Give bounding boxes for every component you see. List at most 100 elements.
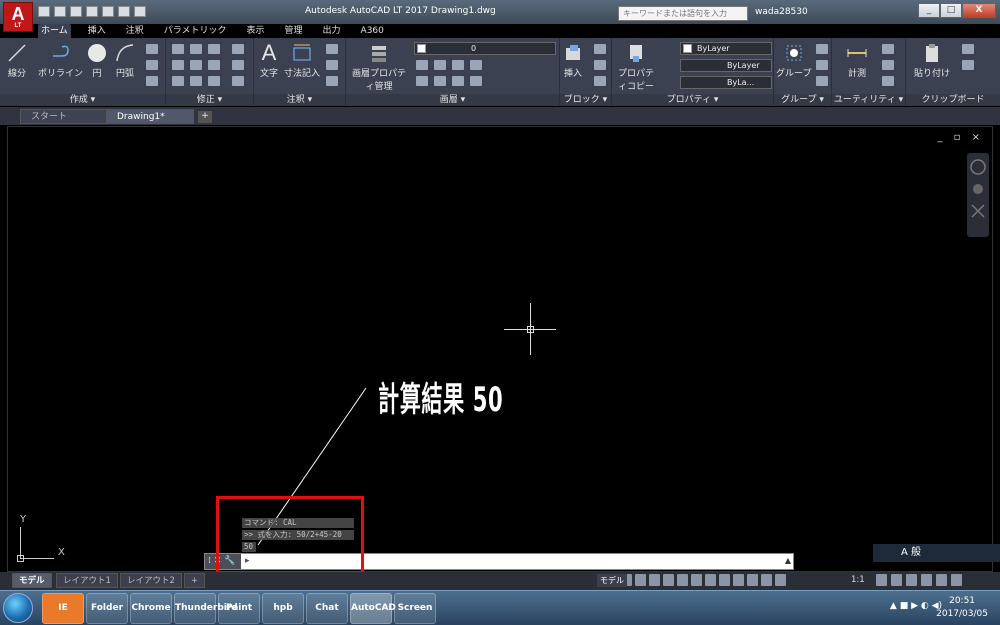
maximize-button[interactable]: □: [940, 3, 962, 18]
group-tool[interactable]: グループ: [776, 42, 811, 79]
create-block-icon[interactable]: [594, 44, 606, 54]
panel-draw-title[interactable]: 作成 ▾: [0, 94, 165, 106]
move-icon[interactable]: [172, 44, 184, 54]
workspace-gear-icon[interactable]: [876, 574, 887, 586]
model-space-button[interactable]: モデル: [597, 574, 627, 587]
layer-properties-tool[interactable]: 画層プロパティ管理: [348, 42, 410, 92]
dimension-tool[interactable]: 寸法記入: [284, 42, 320, 79]
otrack-icon[interactable]: [691, 574, 702, 586]
clean-screen-icon[interactable]: [936, 574, 947, 586]
tab-parametric[interactable]: パラメトリック: [161, 24, 230, 38]
tab-start[interactable]: スタート: [20, 109, 108, 124]
add-layout-button[interactable]: +: [184, 573, 206, 588]
array-icon[interactable]: [208, 76, 220, 86]
tab-a360[interactable]: A360: [358, 24, 387, 38]
explode-icon[interactable]: [232, 60, 244, 70]
cut-icon[interactable]: [962, 44, 974, 54]
new-icon[interactable]: [38, 6, 50, 17]
taskbar-app[interactable]: Thunderbird: [174, 593, 238, 624]
edit-attribute-icon[interactable]: [594, 76, 606, 86]
edit-block-icon[interactable]: [594, 60, 606, 70]
fillet-icon[interactable]: [208, 60, 220, 70]
ungroup-icon[interactable]: [816, 44, 828, 54]
copy-icon[interactable]: [172, 60, 184, 70]
annotation-visibility-icon[interactable]: [747, 574, 758, 586]
taskbar-app[interactable]: Chrome: [130, 593, 172, 624]
clock[interactable]: 20:51 2017/03/05: [936, 595, 988, 621]
tab-home[interactable]: ホーム: [38, 24, 71, 38]
leader-icon[interactable]: [326, 44, 338, 54]
layer-lock-icon[interactable]: [470, 60, 482, 70]
panel-layers-title[interactable]: 画層 ▾: [346, 94, 559, 106]
snap-icon[interactable]: [635, 574, 646, 586]
undo-icon[interactable]: [118, 6, 130, 17]
open-icon[interactable]: [54, 6, 66, 17]
layout-tab-1[interactable]: レイアウト1: [56, 573, 118, 588]
layer-unisolate-icon[interactable]: [452, 76, 464, 86]
arc-tool[interactable]: 円弧: [114, 42, 136, 79]
close-button[interactable]: X: [962, 3, 996, 18]
new-tab-button[interactable]: +: [198, 111, 212, 123]
taskbar-app[interactable]: Chat: [306, 593, 348, 624]
taskbar-app[interactable]: Screen: [394, 593, 436, 624]
stretch-icon[interactable]: [172, 76, 184, 86]
tab-view[interactable]: 表示: [244, 24, 268, 38]
panel-annotate-title[interactable]: 注釈 ▾: [254, 94, 345, 106]
panel-clipboard-title[interactable]: クリップボード: [906, 94, 1000, 106]
ime-toolbar[interactable]: A 般: [873, 544, 1000, 562]
layer-dropdown[interactable]: 0: [414, 42, 556, 55]
polar-icon[interactable]: [663, 574, 674, 586]
customize-menu-icon[interactable]: [951, 574, 962, 586]
user-account[interactable]: wada28530: [755, 7, 808, 17]
redo-icon[interactable]: [134, 6, 146, 17]
erase-icon[interactable]: [232, 44, 244, 54]
selection-cycling-icon[interactable]: [733, 574, 744, 586]
layer-off-icon[interactable]: [416, 60, 428, 70]
tab-manage[interactable]: 管理: [282, 24, 306, 38]
tab-annotate[interactable]: 注釈: [123, 24, 147, 38]
id-point-icon[interactable]: [882, 60, 894, 70]
linetype-dropdown[interactable]: ByLayer: [680, 59, 772, 72]
save-as-icon[interactable]: [86, 6, 98, 17]
match-properties-tool[interactable]: プロパティコピー: [614, 42, 658, 92]
copy-clip-icon[interactable]: [962, 60, 974, 70]
measure-tool[interactable]: 計測: [846, 42, 868, 79]
offset-icon[interactable]: [232, 76, 244, 86]
ortho-icon[interactable]: [649, 574, 660, 586]
viewport-controls[interactable]: _ ▫ ×: [937, 132, 984, 143]
osnap-icon[interactable]: [677, 574, 688, 586]
gradient-icon[interactable]: [146, 76, 158, 86]
lineweight-icon[interactable]: [705, 574, 716, 586]
panel-utilities-title[interactable]: ユーティリティ ▾: [832, 94, 905, 106]
layout-tab-model[interactable]: モデル: [12, 573, 52, 588]
rectangle-icon[interactable]: [146, 44, 158, 54]
lineweight-dropdown[interactable]: ByLa...: [680, 76, 772, 89]
hatch-icon[interactable]: [146, 60, 158, 70]
transparency-icon[interactable]: [719, 574, 730, 586]
line-tool[interactable]: 線分: [6, 42, 28, 79]
taskbar-app[interactable]: hpb: [262, 593, 304, 624]
tab-insert[interactable]: 挿入: [85, 24, 109, 38]
system-tray[interactable]: ▲ ■ ▶ ◐ ◀): [890, 601, 942, 611]
group-select-icon[interactable]: [816, 76, 828, 86]
trim-icon[interactable]: [208, 44, 220, 54]
annotation-scale-icon[interactable]: [775, 574, 786, 586]
start-button[interactable]: [3, 593, 33, 623]
table-icon[interactable]: [326, 76, 338, 86]
search-input[interactable]: キーワードまたは語句を入力: [618, 6, 748, 21]
quick-select-icon[interactable]: [882, 44, 894, 54]
taskbar-app[interactable]: AutoCAD: [350, 593, 396, 624]
circle-tool[interactable]: 円: [86, 42, 108, 79]
tab-drawing1[interactable]: Drawing1*: [106, 109, 194, 124]
taskbar-app[interactable]: Paint: [218, 593, 260, 624]
panel-groups-title[interactable]: グループ ▾: [774, 94, 831, 106]
polyline-tool[interactable]: ポリライン: [38, 42, 83, 79]
layer-isolate-icon[interactable]: [434, 60, 446, 70]
taskbar-app[interactable]: IE: [42, 593, 84, 624]
panel-modify-title[interactable]: 修正 ▾: [166, 94, 253, 106]
text-tool[interactable]: A 文字: [258, 42, 280, 80]
taskbar-app[interactable]: Folder: [86, 593, 128, 624]
plus-icon[interactable]: [891, 574, 902, 586]
hardware-acceleration-icon[interactable]: [921, 574, 932, 586]
layer-previous-icon[interactable]: [434, 76, 446, 86]
